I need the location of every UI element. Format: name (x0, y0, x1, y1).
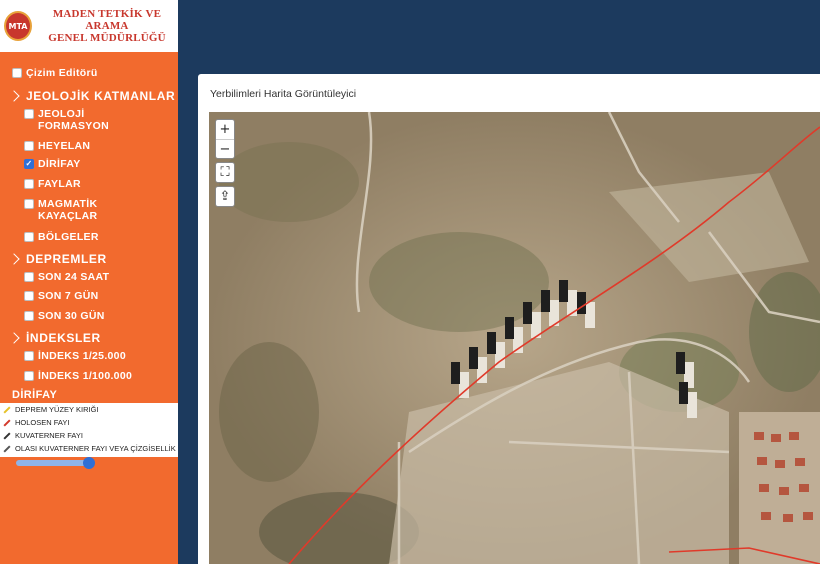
earthquakes-24h[interactable]: SON 24 SAAT (24, 271, 109, 283)
panel-title: Yerbilimleri Harita Görüntüleyici (210, 88, 357, 100)
checkbox[interactable] (24, 109, 34, 119)
section-earthquakes[interactable]: DEPREMLER (8, 252, 107, 266)
legend-title: DİRİFAY (12, 389, 58, 401)
checkbox[interactable] (24, 179, 34, 189)
line-swatch-icon (3, 431, 11, 440)
share-control: ⇪ (215, 186, 235, 207)
fault-legend: DEPREM YÜZEY KIRIĞI HOLOSEN FAYI KUVATER… (0, 403, 178, 457)
slider-handle[interactable] (83, 457, 95, 469)
checkbox[interactable] (24, 291, 34, 301)
checkbox[interactable] (24, 199, 34, 209)
checkbox[interactable] (24, 351, 34, 361)
checkbox[interactable] (24, 232, 34, 242)
line-swatch-icon (3, 444, 11, 453)
sidebar: MTA MADEN TETKİK VE ARAMA GENEL MÜDÜRLÜĞ… (0, 0, 178, 564)
index-100000[interactable]: İNDEKS 1/100.000 (24, 370, 132, 382)
line-swatch-icon (3, 405, 11, 414)
chevron-right-icon (8, 90, 20, 102)
logo: MTA MADEN TETKİK VE ARAMA GENEL MÜDÜRLÜĞ… (0, 0, 178, 52)
section-indexes[interactable]: İNDEKSLER (8, 331, 101, 345)
zoom-out-button[interactable]: − (216, 139, 234, 158)
checkbox[interactable] (24, 311, 34, 321)
legend-item: HOLOSEN FAYI (0, 416, 178, 429)
layer-magmatic-rocks[interactable]: MAGMATİK KAYAÇLAR (24, 198, 97, 222)
checkbox[interactable] (12, 68, 22, 78)
layer-regions[interactable]: BÖLGELER (24, 231, 99, 243)
layer-active-fault[interactable]: ✓ DİRİFAY (24, 158, 81, 170)
layer-faults[interactable]: FAYLAR (24, 178, 81, 190)
layer-opacity-slider[interactable] (16, 457, 95, 469)
checkbox[interactable] (24, 371, 34, 381)
earthquakes-30d[interactable]: SON 30 GÜN (24, 310, 105, 322)
map-imagery (209, 112, 820, 564)
checkbox-checked[interactable]: ✓ (24, 159, 34, 169)
checkbox[interactable] (24, 141, 34, 151)
chevron-right-icon (8, 253, 20, 265)
layer-geology-formation[interactable]: JEOLOJİ FORMASYON (24, 108, 109, 132)
chevron-right-icon (8, 332, 20, 344)
drawing-editor-toggle[interactable]: Çizim Editörü (12, 67, 98, 79)
earthquakes-7d[interactable]: SON 7 GÜN (24, 290, 98, 302)
checkbox[interactable] (24, 272, 34, 282)
legend-item: KUVATERNER FAYI (0, 429, 178, 442)
index-25000[interactable]: İNDEKS 1/25.000 (24, 350, 126, 362)
zoom-control: + − (215, 119, 235, 159)
layer-landslide[interactable]: HEYELAN (24, 140, 90, 152)
mta-seal-icon: MTA (4, 11, 32, 41)
legend-item: OLASI KUVATERNER FAYI VEYA ÇİZGİSELLİK (0, 442, 178, 455)
satellite-map[interactable]: + − ⛶ ⇪ (209, 112, 820, 564)
share-icon[interactable]: ⇪ (216, 187, 234, 206)
logo-text: MADEN TETKİK VE ARAMA GENEL MÜDÜRLÜĞÜ (48, 8, 166, 44)
fullscreen-control: ⛶ (215, 162, 235, 183)
legend-item: DEPREM YÜZEY KIRIĞI (0, 403, 178, 416)
fullscreen-icon[interactable]: ⛶ (216, 163, 234, 182)
map-panel: Yerbilimleri Harita Görüntüleyici + − ⛶ … (198, 74, 820, 564)
zoom-in-button[interactable]: + (216, 120, 234, 139)
section-geology[interactable]: JEOLOJİK KATMANLAR (8, 89, 175, 103)
line-swatch-icon (3, 418, 11, 427)
